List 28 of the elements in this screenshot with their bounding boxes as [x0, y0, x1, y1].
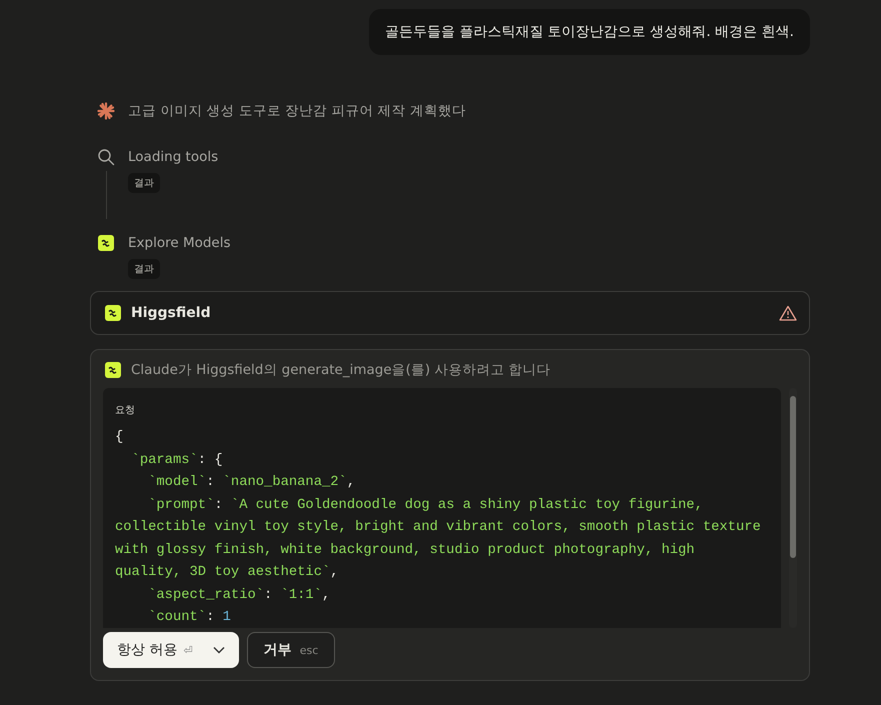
code-line: `params`: {	[130, 452, 224, 470]
search-icon	[97, 148, 115, 166]
result-chip[interactable]: 결과	[128, 259, 160, 279]
user-message: 골든두들을 플라스틱재질 토이장난감으로 생성해줘. 배경은 흰색.	[368, 9, 810, 55]
code-line: quality, 3D toy aesthetic`,	[115, 564, 340, 582]
permission-title: Claude가 Higgsfield의 generate_image을(를) 사용하려고 합니다	[131, 361, 551, 379]
code-line: `aspect_ratio`: `1:1`,	[147, 586, 332, 604]
deny-button[interactable]: 거부 esc	[247, 632, 335, 668]
code-line: `count`: 1	[147, 609, 232, 627]
step-label: 고급 이미지 생성 도구로 장난감 피규어 제작 계획했다	[128, 102, 466, 120]
scrollbar[interactable]	[789, 388, 797, 628]
code-line: with glossy finish, white background, studio product photography, high	[115, 542, 696, 560]
code-line: `prompt`: `A cute Goldendoodle dog as a shiny plastic toy figurine,	[147, 496, 704, 514]
app-logo-icon	[105, 362, 121, 378]
connector-name: Higgsfield	[131, 305, 211, 321]
code-line: {	[115, 429, 124, 447]
step-label: Explore Models	[128, 235, 231, 251]
result-chip[interactable]: 결과	[128, 173, 160, 193]
app-logo-icon	[98, 235, 114, 251]
warning-icon[interactable]	[779, 305, 797, 321]
code-line: collectible vinyl toy style, bright and vibrant colors, smooth plastic texture	[115, 519, 762, 537]
code-line: `model`: `nano_banana_2`,	[147, 474, 356, 492]
caret-icon	[213, 646, 225, 654]
always-allow-button[interactable]: 항상 허용 ⏎	[103, 632, 239, 668]
app-logo-icon	[105, 305, 121, 321]
request-label: 요청	[115, 404, 135, 417]
step-label: Loading tools	[128, 149, 218, 165]
spark-icon	[97, 102, 115, 120]
